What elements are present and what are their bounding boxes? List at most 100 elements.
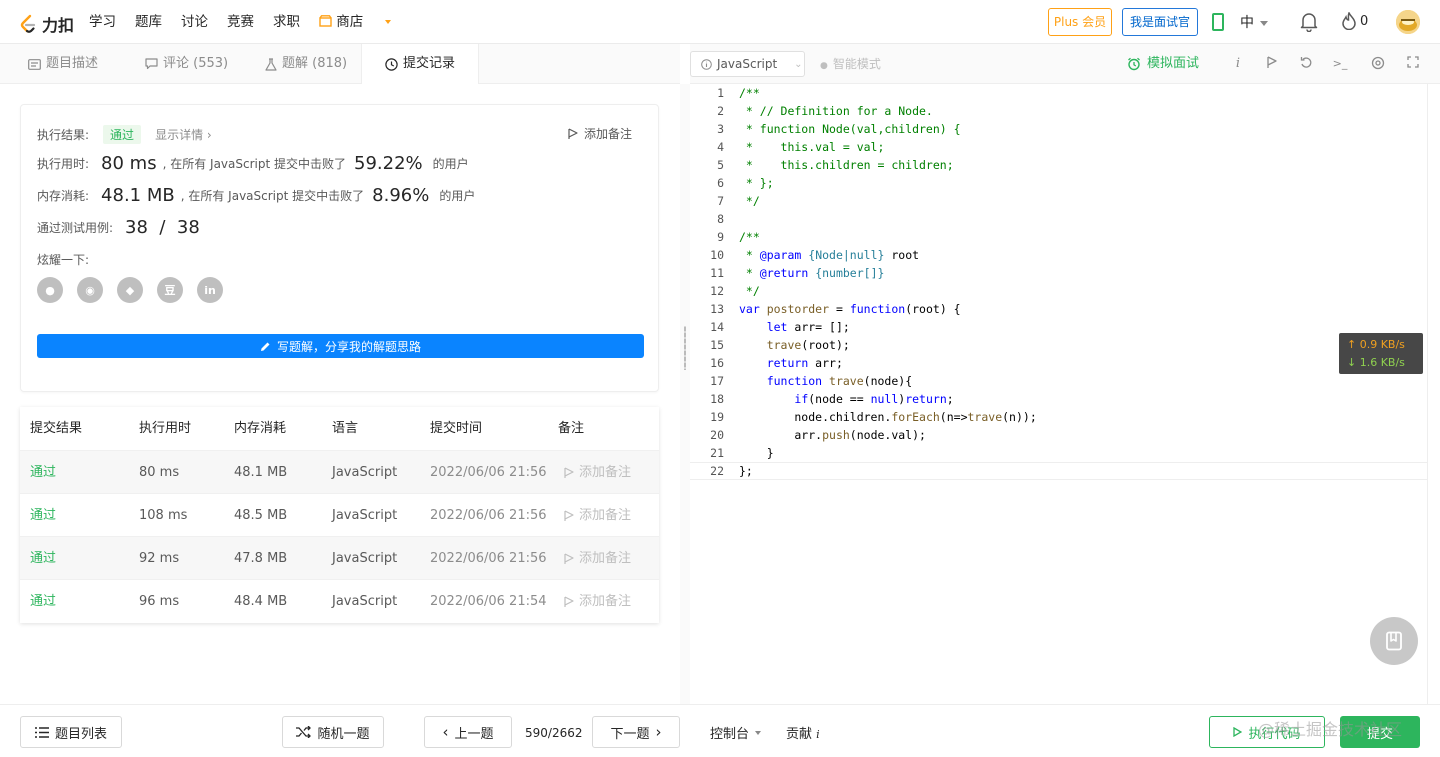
row-status[interactable]: 通过 [30,451,56,494]
show-details-label: 显示详情 [155,128,204,142]
testcases-label: 通过测试用例: [37,221,114,235]
notes-floating-button[interactable] [1370,617,1418,665]
nav-shop[interactable]: 商店 [319,12,410,32]
play-icon[interactable] [1264,56,1280,72]
points-indicator[interactable]: 0 [1342,12,1368,30]
language-switch[interactable]: 中 [1240,12,1268,32]
result-row: 执行结果: 通过 显示详情 › [37,125,212,144]
memory-percentile: 8.96% [372,185,430,206]
row-add-note[interactable]: 添加备注 [564,537,631,580]
submit-button[interactable]: 提交 [1340,716,1420,748]
reset-icon[interactable] [1298,56,1314,72]
problem-list-label: 题目列表 [54,726,107,742]
console-toggle[interactable]: 控制台 [710,723,762,742]
leetcode-logo[interactable]: 力扣 [18,12,74,36]
nav-contest[interactable]: 竞赛 [227,12,254,32]
row-memory: 48.1 MB [234,465,288,480]
tab-description[interactable]: 题目描述 [28,44,98,84]
add-note-button[interactable]: 添加备注 [568,125,632,142]
user-avatar[interactable] [1396,10,1420,34]
current-line-highlight [690,462,1427,480]
plus-membership-button[interactable]: Plus 会员 [1048,8,1112,36]
line-number: 6 [717,176,724,190]
language-select[interactable]: JavaScript ⌄ [690,51,805,77]
row-date: 2022/06/06 21:56 [430,465,547,480]
runtime-percentile: 59.22% [354,153,423,174]
code-line-10: * @param {Node|null} root [739,248,920,262]
row-date: 2022/06/06 21:56 [430,508,547,523]
line-number: 21 [710,446,724,460]
next-problem-button[interactable]: 下一题 › [592,716,680,748]
row-date: 2022/06/06 21:54 [430,594,547,609]
line-number: 11 [710,266,724,280]
contribute-label: 贡献 [786,727,813,742]
contribute-button[interactable]: 贡献 i [786,723,820,742]
nav-discuss[interactable]: 讨论 [181,12,208,32]
tab-comments[interactable]: 评论 (553) [145,44,228,84]
tab-solutions[interactable]: 题解 (818) [265,44,347,84]
problem-list-button[interactable]: 题目列表 [20,716,122,748]
qq-icon[interactable]: ◆ [117,277,143,303]
mobile-app-icon[interactable] [1212,13,1224,31]
row-add-note[interactable]: 添加备注 [564,494,631,537]
row-status[interactable]: 通过 [30,537,56,580]
code-editor[interactable]: 1 2 3 4 5 6 7 8 9 10 11 12 13 14 15 16 17 18 19 20 21 22 /** … [690,84,1427,704]
tab-solutions-label: 题解 (818) [282,56,348,71]
memory-label: 内存消耗: [37,189,90,203]
code-line-12: */ [739,284,760,298]
editor-scrollbar[interactable] [1427,84,1440,704]
share-label: 炫耀一下: [37,253,90,267]
smart-mode-toggle[interactable]: ● 智能模式 [820,44,881,86]
row-status[interactable]: 通过 [30,580,56,623]
random-problem-button[interactable]: 随机一题 [282,716,384,748]
tab-submissions[interactable]: 提交记录 [361,44,479,84]
wechat-icon[interactable]: ● [37,277,63,303]
notification-bell-icon[interactable] [1300,12,1318,36]
table-row[interactable]: 通过 108 ms 48.5 MB JavaScript 2022/06/06 … [20,493,659,536]
fullscreen-icon[interactable] [1405,56,1421,72]
row-language: JavaScript [332,551,398,566]
table-row[interactable]: 通过 80 ms 48.1 MB JavaScript 2022/06/06 2… [20,450,659,493]
testcases-row: 通过测试用例: 38 / 38 [37,217,206,238]
nav-jobs[interactable]: 求职 [273,12,300,32]
add-note-label: 添加备注 [583,127,632,141]
settings-icon[interactable] [1370,56,1386,72]
write-solution-label: 写题解，分享我的解题思路 [276,339,421,354]
code-line-17: function trave(node){ [766,374,913,388]
code-line-14: let arr= []; [766,320,850,334]
run-code-button[interactable]: 执行代码 [1209,716,1325,748]
info-italic-icon[interactable]: i [1230,56,1246,72]
nav-learn[interactable]: 学习 [89,12,116,32]
upload-speed: ↑ 0.9 KB/s [1347,338,1405,351]
mock-interview-button[interactable]: 模拟面试 [1127,44,1199,84]
col-header-language: 语言 [332,421,359,436]
resize-handle[interactable] [684,326,686,370]
pencil-icon [260,342,270,351]
code-line-2: * // Definition for a Node. [739,104,933,118]
chevron-left-icon: ‹ [442,723,449,741]
interviewer-button[interactable]: 我是面试官 [1122,8,1198,36]
table-row[interactable]: 通过 92 ms 47.8 MB JavaScript 2022/06/06 2… [20,536,659,579]
pane-divider[interactable] [680,84,690,704]
linkedin-icon[interactable]: in [197,277,223,303]
top-navbar: 力扣 学习 题库 讨论 竞赛 求职 商店 Plus 会员 我是面试官 中 0 [0,0,1440,44]
chevron-down-icon [755,730,762,735]
show-details-link[interactable]: 显示详情 › [155,126,212,143]
table-row[interactable]: 通过 96 ms 48.4 MB JavaScript 2022/06/06 2… [20,579,659,622]
prev-problem-button[interactable]: ‹ 上一题 [424,716,512,748]
row-date: 2022/06/06 21:56 [430,551,547,566]
tab-submissions-label: 提交记录 [402,56,455,71]
row-add-note[interactable]: 添加备注 [564,451,631,494]
terminal-icon[interactable]: >_ [1332,56,1348,72]
write-solution-button[interactable]: 写题解，分享我的解题思路 [37,334,644,358]
row-add-note[interactable]: 添加备注 [564,580,631,623]
weibo-icon[interactable]: ◉ [77,277,103,303]
nav-problems[interactable]: 题库 [135,12,162,32]
douban-icon[interactable]: 豆 [157,277,183,303]
code-line-21: } [739,446,774,460]
line-number: 22 [710,464,724,478]
row-language: JavaScript [332,465,398,480]
row-status[interactable]: 通过 [30,494,56,537]
chevron-down-icon [1260,20,1268,26]
row-note-label: 添加备注 [579,508,632,523]
